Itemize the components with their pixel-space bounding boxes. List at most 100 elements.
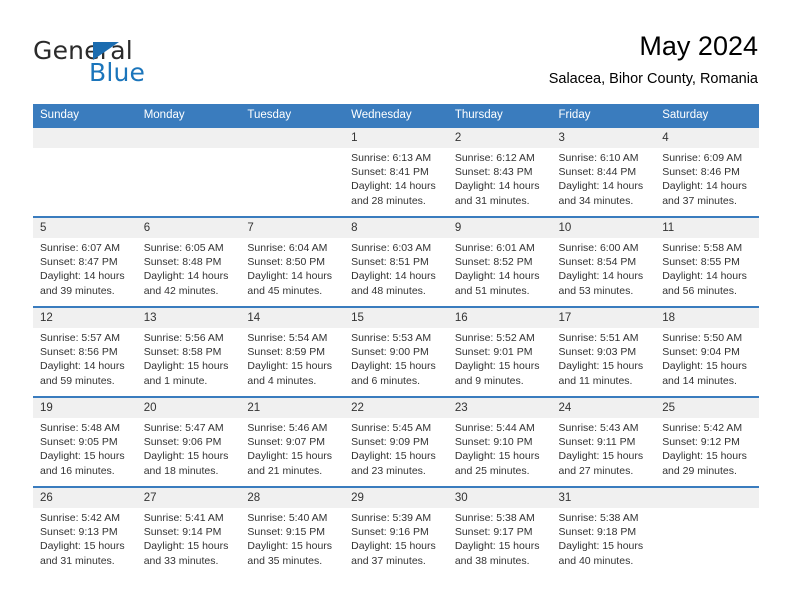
sunset-time: Sunset: 8:56 PM [40, 346, 118, 359]
calendar-day-cell[interactable]: 1 Sunrise: 6:13 AM Sunset: 8:41 PM Daylight… [344, 126, 448, 217]
calendar-day-cell[interactable]: 5 Sunrise: 6:07 AM Sunset: 8:47 PM Daylight… [33, 216, 137, 307]
calendar-day-cell[interactable]: 14 Sunrise: 5:54 AM Sunset: 8:59 PM Dayligh… [240, 306, 345, 397]
daylight-duration-line1: Daylight: 15 hours [143, 540, 229, 553]
calendar-day-cell[interactable]: 21 Sunrise: 5:46 AM Sunset: 9:07 PM Dayligh… [240, 396, 345, 487]
calendar-day-cell[interactable]: 19 Sunrise: 5:48 AM Sunset: 9:05 PM Dayligh… [33, 396, 137, 487]
daylight-duration-line2: and 38 minutes. [454, 554, 530, 567]
day-number: 18 [655, 308, 759, 328]
day-cell-inner: 1 Sunrise: 6:13 AM Sunset: 8:41 PM Daylight… [344, 128, 448, 216]
sunrise-time: Sunrise: 5:56 AM [143, 332, 224, 344]
calendar-day-cell[interactable]: 30 Sunrise: 5:38 AM Sunset: 9:17 PM Dayligh… [447, 486, 552, 576]
day-cell-inner: 28 Sunrise: 5:40 AM Sunset: 9:15 PM Dayligh… [240, 488, 345, 576]
daylight-duration-line2: and 9 minutes. [454, 374, 524, 387]
day-cell-inner: 17 Sunrise: 5:51 AM Sunset: 9:03 PM Dayligh… [551, 308, 656, 396]
day-cell-details: Sunrise: 5:44 AM Sunset: 9:10 PM Daylight:… [448, 418, 552, 478]
logo-text-blue: Blue [89, 58, 146, 87]
sunrise-time: Sunrise: 5:38 AM [558, 512, 639, 524]
calendar-day-cell[interactable]: 4 Sunrise: 6:09 AM Sunset: 8:46 PM Daylight… [655, 126, 759, 217]
calendar-page: General Blue May 2024 Salacea, Bihor Cou… [0, 0, 792, 612]
day-cell-inner: 20 Sunrise: 5:47 AM Sunset: 9:06 PM Dayligh… [136, 398, 241, 486]
calendar-day-cell[interactable]: 11 Sunrise: 5:58 AM Sunset: 8:55 PM Dayligh… [655, 216, 759, 307]
day-cell-details: Sunrise: 5:52 AM Sunset: 9:01 PM Daylight:… [448, 328, 552, 388]
sunset-time: Sunset: 9:03 PM [558, 346, 637, 359]
sunrise-time: Sunrise: 6:00 AM [558, 242, 639, 254]
weekday-header-tuesday: Tuesday [240, 104, 345, 127]
daylight-duration-line2: and 59 minutes. [40, 374, 115, 387]
daylight-duration-line2: and 21 minutes. [247, 464, 323, 477]
general-blue-logo[interactable]: General Blue [33, 38, 233, 86]
calendar-day-cell[interactable]: 17 Sunrise: 5:51 AM Sunset: 9:03 PM Dayligh… [551, 306, 656, 397]
sunrise-time: Sunrise: 5:42 AM [662, 422, 743, 434]
calendar-day-cell[interactable]: 29 Sunrise: 5:39 AM Sunset: 9:16 PM Dayligh… [344, 486, 448, 576]
daylight-duration-line2: and 6 minutes. [351, 374, 420, 387]
day-number: 25 [655, 398, 759, 418]
calendar-day-cell[interactable]: 27 Sunrise: 5:41 AM Sunset: 9:14 PM Dayligh… [136, 486, 241, 576]
sunrise-time: Sunrise: 6:10 AM [558, 152, 639, 164]
sunset-time: Sunset: 9:16 PM [351, 526, 429, 539]
calendar-day-cell[interactable]: 22 Sunrise: 5:45 AM Sunset: 9:09 PM Dayligh… [344, 396, 448, 487]
calendar-day-cell[interactable]: 23 Sunrise: 5:44 AM Sunset: 9:10 PM Dayligh… [447, 396, 552, 487]
calendar-day-cell[interactable]: 7 Sunrise: 6:04 AM Sunset: 8:50 PM Daylight… [240, 216, 345, 307]
daylight-duration-line1: Daylight: 14 hours [662, 270, 747, 283]
daylight-duration-line1: Daylight: 15 hours [143, 450, 229, 463]
daylight-duration-line2: and 56 minutes. [662, 284, 737, 297]
day-cell-details: Sunrise: 5:39 AM Sunset: 9:16 PM Daylight:… [344, 508, 448, 568]
calendar-day-cell[interactable]: 16 Sunrise: 5:52 AM Sunset: 9:01 PM Dayligh… [447, 306, 552, 397]
calendar-day-cell[interactable]: 13 Sunrise: 5:56 AM Sunset: 8:58 PM Dayligh… [136, 306, 241, 397]
day-cell-inner: 18 Sunrise: 5:50 AM Sunset: 9:04 PM Dayligh… [655, 308, 759, 396]
daylight-duration-line2: and 1 minute. [143, 374, 208, 387]
calendar-day-cell[interactable]: 20 Sunrise: 5:47 AM Sunset: 9:06 PM Dayligh… [136, 396, 241, 487]
daylight-duration-line2: and 45 minutes. [247, 284, 323, 297]
sunrise-time: Sunrise: 5:44 AM [454, 422, 535, 434]
daylight-duration-line2: and 51 minutes. [454, 284, 530, 297]
calendar-day-cell[interactable]: 15 Sunrise: 5:53 AM Sunset: 9:00 PM Dayligh… [344, 306, 448, 397]
calendar-day-cell[interactable]: 6 Sunrise: 6:05 AM Sunset: 8:48 PM Daylight… [136, 216, 241, 307]
calendar-day-cell[interactable]: 25 Sunrise: 5:42 AM Sunset: 9:12 PM Dayligh… [655, 396, 759, 487]
day-number [136, 128, 241, 148]
daylight-duration-line2: and 11 minutes. [558, 374, 633, 387]
daylight-duration-line1: Daylight: 15 hours [662, 360, 747, 373]
day-number: 7 [240, 218, 345, 238]
daylight-duration-line1: Daylight: 14 hours [454, 270, 540, 283]
sunset-time: Sunset: 8:46 PM [662, 166, 740, 179]
day-cell-details: Sunrise: 6:05 AM Sunset: 8:48 PM Daylight:… [137, 238, 241, 298]
day-number: 23 [447, 398, 552, 418]
calendar-day-cell[interactable]: 10 Sunrise: 6:00 AM Sunset: 8:54 PM Dayligh… [551, 216, 656, 307]
daylight-duration-line1: Daylight: 14 hours [40, 270, 125, 283]
daylight-duration-line2: and 48 minutes. [351, 284, 426, 297]
calendar-day-cell[interactable]: 28 Sunrise: 5:40 AM Sunset: 9:15 PM Dayligh… [240, 486, 345, 576]
day-cell-inner: 13 Sunrise: 5:56 AM Sunset: 8:58 PM Dayligh… [136, 308, 241, 396]
sunrise-time: Sunrise: 5:54 AM [247, 332, 328, 344]
daylight-duration-line2: and 28 minutes. [351, 194, 426, 207]
daylight-duration-line1: Daylight: 14 hours [454, 180, 540, 193]
day-number [33, 128, 137, 148]
day-cell-inner [33, 128, 137, 216]
calendar-day-cell[interactable]: 8 Sunrise: 6:03 AM Sunset: 8:51 PM Daylight… [344, 216, 448, 307]
day-cell-details [33, 148, 137, 151]
sunrise-time: Sunrise: 5:47 AM [143, 422, 224, 434]
sunset-time: Sunset: 8:58 PM [143, 346, 222, 359]
day-cell-inner: 26 Sunrise: 5:42 AM Sunset: 9:13 PM Dayligh… [33, 488, 137, 576]
calendar-day-cell[interactable]: 18 Sunrise: 5:50 AM Sunset: 9:04 PM Dayligh… [655, 306, 759, 397]
sunset-time: Sunset: 8:50 PM [247, 256, 326, 269]
calendar-day-cell[interactable]: 12 Sunrise: 5:57 AM Sunset: 8:56 PM Dayligh… [33, 306, 137, 397]
location-subtitle: Salacea, Bihor County, Romania [548, 71, 758, 87]
day-cell-inner [240, 128, 345, 216]
calendar-day-cell[interactable]: 9 Sunrise: 6:01 AM Sunset: 8:52 PM Daylight… [447, 216, 552, 307]
day-number: 17 [551, 308, 656, 328]
daylight-duration-line1: Daylight: 15 hours [40, 450, 125, 463]
sunset-time: Sunset: 9:17 PM [454, 526, 533, 539]
calendar-week-row: 26 Sunrise: 5:42 AM Sunset: 9:13 PM Dayligh… [33, 486, 759, 576]
day-cell-details: Sunrise: 5:43 AM Sunset: 9:11 PM Daylight:… [552, 418, 656, 478]
calendar-day-cell[interactable]: 2 Sunrise: 6:12 AM Sunset: 8:43 PM Daylight… [447, 126, 552, 217]
daylight-duration-line1: Daylight: 14 hours [558, 270, 644, 283]
day-cell-details: Sunrise: 6:09 AM Sunset: 8:46 PM Daylight:… [655, 148, 759, 208]
daylight-duration-line1: Daylight: 15 hours [247, 450, 333, 463]
daylight-duration-line2: and 25 minutes. [454, 464, 530, 477]
daylight-duration-line2: and 31 minutes. [454, 194, 530, 207]
calendar-day-cell[interactable]: 24 Sunrise: 5:43 AM Sunset: 9:11 PM Dayligh… [551, 396, 656, 487]
sunrise-time: Sunrise: 5:42 AM [40, 512, 120, 524]
calendar-day-cell[interactable]: 3 Sunrise: 6:10 AM Sunset: 8:44 PM Daylight… [551, 126, 656, 217]
calendar-day-cell[interactable]: 26 Sunrise: 5:42 AM Sunset: 9:13 PM Dayligh… [33, 486, 137, 576]
calendar-day-cell[interactable]: 31 Sunrise: 5:38 AM Sunset: 9:18 PM Dayligh… [551, 486, 656, 576]
